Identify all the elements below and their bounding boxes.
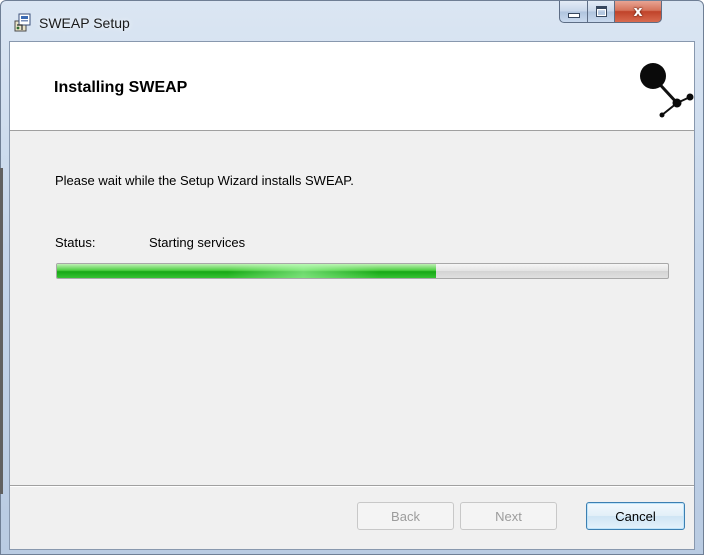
network-node-logo [640,63,694,118]
setup-window: SWEAP Setup x Installing SWEAP Please wa… [0,0,704,555]
next-button[interactable]: Next [460,502,557,530]
progress-fill [57,264,436,278]
maximize-button[interactable] [587,1,615,23]
window-title: SWEAP Setup [39,15,130,31]
close-icon: x [633,3,643,20]
maximize-icon [595,6,607,17]
close-button[interactable]: x [614,1,662,23]
minimize-icon [567,13,580,18]
intro-message: Please wait while the Setup Wizard insta… [55,173,354,188]
installer-icon [14,13,31,32]
footer-divider [10,485,694,487]
status-value: Starting services [149,235,246,250]
background-window-edge [0,168,3,494]
page-title: Installing SWEAP [54,79,188,96]
cancel-button[interactable]: Cancel [586,502,685,530]
wizard-header: Installing SWEAP [10,42,694,131]
status-label: Status: [55,235,96,250]
dialog-client-area: Installing SWEAP Please wait while the S… [9,41,695,550]
title-bar[interactable]: SWEAP Setup x [1,1,703,41]
minimize-button[interactable] [559,1,588,23]
back-button[interactable]: Back [357,502,454,530]
progress-bar [56,263,669,279]
